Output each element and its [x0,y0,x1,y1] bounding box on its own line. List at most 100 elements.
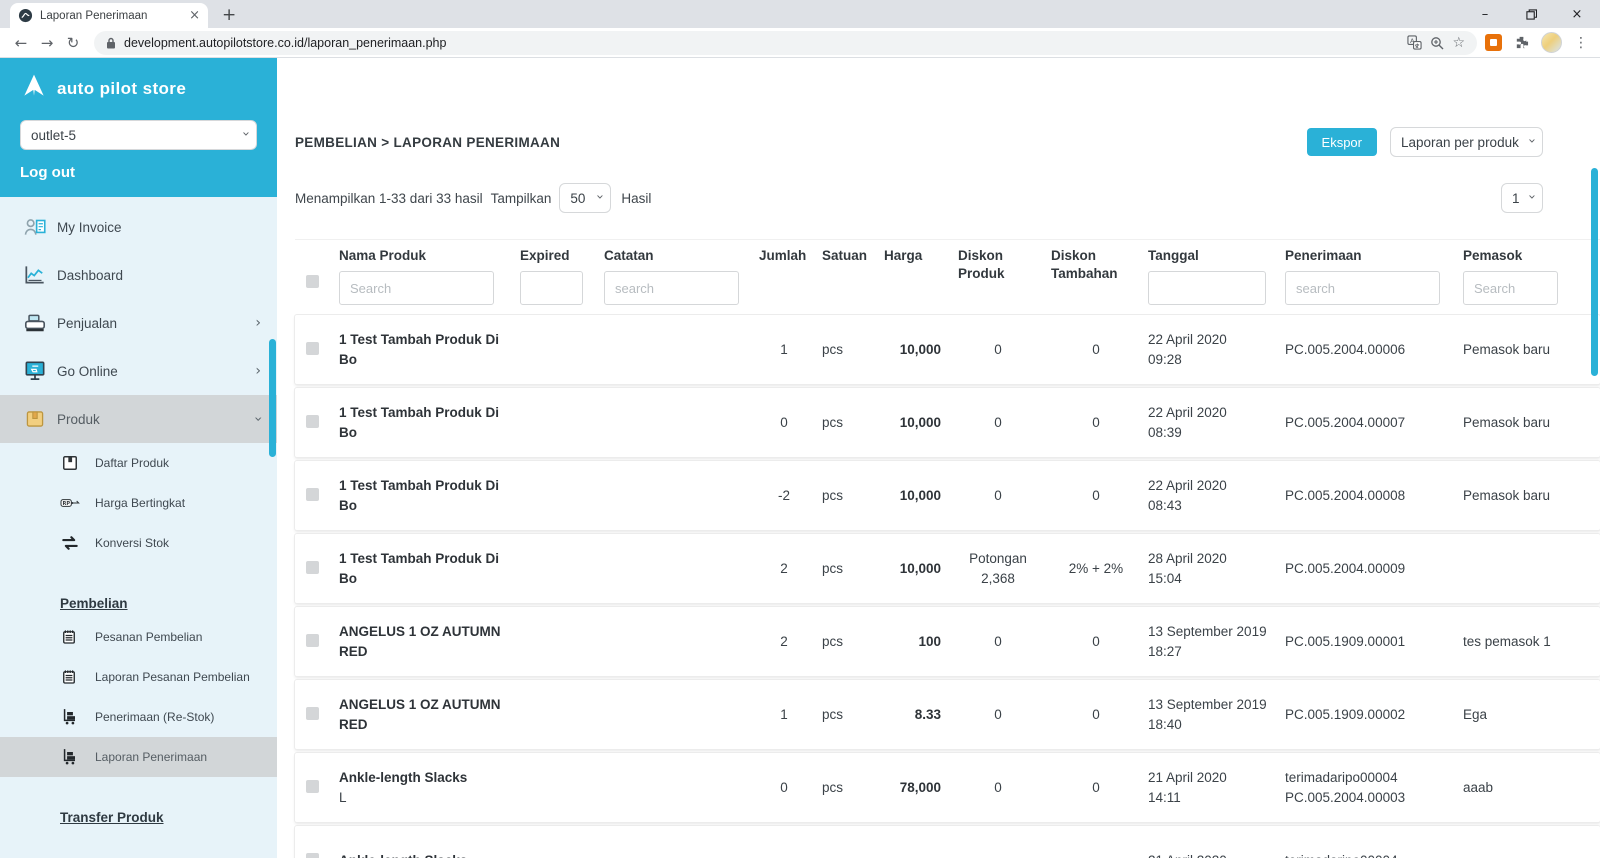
cell-tanggal: 22 April 2020 09:28 [1146,330,1283,370]
forward-icon[interactable]: → [34,34,60,52]
produk-icon [22,406,48,432]
sidebar-item-harga-bertingkat[interactable]: RPHarga Bertingkat [0,483,277,523]
browser-tab-strip: Laporan Penerimaan × + – × [0,0,1600,28]
cell-diskon-tambahan: 0 [1046,705,1146,725]
translate-icon[interactable]: A [1407,35,1422,50]
dashboard-icon [22,262,48,288]
new-tab-button[interactable]: + [222,5,236,25]
breadcrumb: PEMBELIAN > LAPORAN PENERIMAAN [295,135,560,150]
browser-menu-icon[interactable]: ⋮ [1574,35,1588,51]
table-row[interactable]: 1 Test Tambah Produk Di Bo 2 pcs 10,000 … [295,534,1600,603]
cell-diskon-produk: 0 [950,413,1046,433]
sidebar-item-penjualan[interactable]: Penjualan› [0,299,277,347]
sidebar-item-laporan-pesanan-pembelian[interactable]: Laporan Pesanan Pembelian [0,657,277,697]
col-satuan: Satuan [822,247,875,265]
sidebar-item-go-online[interactable]: Go Online› [0,347,277,395]
sidebar-item-produk[interactable]: Produk› [0,395,277,443]
row-checkbox[interactable] [306,488,319,501]
sidebar-section-transfer-produk[interactable]: Transfer Produk [0,803,277,831]
search-penerimaan-input[interactable] [1285,271,1440,305]
export-button[interactable]: Ekspor [1307,128,1377,156]
search-expired-input[interactable] [520,271,583,305]
search-tanggal-input[interactable] [1148,271,1266,305]
brand-name: auto pilot store [57,79,186,99]
search-nama-produk-input[interactable] [339,271,494,305]
tampilkan-label: Tampilkan [491,191,552,206]
sidebar-item-label: Laporan Pesanan Pembelian [95,670,250,684]
page-select[interactable]: 1 [1501,183,1543,213]
search-catatan-input[interactable] [604,271,739,305]
col-expired: Expired [520,247,604,265]
bookmark-star-icon[interactable]: ☆ [1452,35,1465,51]
back-icon[interactable]: ← [8,34,34,52]
table-row[interactable]: ANGELUS 1 OZ AUTUMN RED 1 pcs 8.33 0 0 1… [295,680,1600,749]
row-checkbox[interactable] [306,415,319,428]
cell-satuan: pcs [809,488,875,503]
table-row[interactable]: ANGELUS 1 OZ AUTUMN RED 2 pcs 100 0 0 13… [295,607,1600,676]
sidebar-item-pesanan-pembelian[interactable]: Pesanan Pembelian [0,617,277,657]
cell-penerimaan: terimadaripo00004 [1283,851,1461,859]
extensions-puzzle-icon[interactable] [1514,35,1529,50]
konversi-stok-icon [60,533,80,553]
window-minimize-button[interactable]: – [1462,0,1508,28]
table-row[interactable]: Ankle-length SlacksL 0 pcs 78,000 0 0 21… [295,753,1600,822]
results-summary: Menampilkan 1-33 dari 33 hasil [295,191,483,206]
sidebar-item-penerimaan-re-stok[interactable]: Penerimaan (Re-Stok) [0,697,277,737]
window-close-button[interactable]: × [1554,0,1600,28]
search-pemasok-input[interactable] [1463,271,1558,305]
per-page-select[interactable]: 50 [559,183,611,213]
cell-nama-produk: ANGELUS 1 OZ AUTUMN RED [339,695,520,735]
logout-link[interactable]: Log out [20,164,257,181]
sidebar-item-laporan-penerimaan[interactable]: Laporan Penerimaan [0,737,277,777]
table-row[interactable]: 1 Test Tambah Produk Di Bo -2 pcs 10,000… [295,461,1600,530]
table-row[interactable]: 1 Test Tambah Produk Di Bo 1 pcs 10,000 … [295,315,1600,384]
cell-jumlah: 1 [759,707,809,722]
col-diskon-produk: Diskon Produk [958,247,1046,283]
tab-close-icon[interactable]: × [189,9,200,22]
row-checkbox[interactable] [306,561,319,574]
url-text: development.autopilotstore.co.id/laporan… [124,36,1399,50]
report-type-select[interactable]: Laporan per produk [1390,127,1543,157]
cell-diskon-tambahan: 0 [1046,632,1146,652]
row-checkbox[interactable] [306,707,319,720]
cell-nama-produk: 1 Test Tambah Produk Di Bo [339,330,520,370]
col-jumlah: Jumlah [759,247,809,265]
sidebar-item-daftar-produk[interactable]: Daftar Produk [0,443,277,483]
extension-orange-icon[interactable] [1485,34,1502,51]
col-penerimaan: Penerimaan [1285,247,1461,265]
tab-title: Laporan Penerimaan [40,10,182,22]
page-scrollbar[interactable] [1591,168,1598,376]
cell-nama-produk: 1 Test Tambah Produk Di Bo [339,403,520,443]
browser-tab[interactable]: Laporan Penerimaan × [10,3,208,28]
sidebar-item-my-invoice[interactable]: My Invoice [0,203,277,251]
zoom-icon[interactable] [1430,36,1444,50]
cell-diskon-tambahan: 0 [1046,778,1146,798]
cell-jumlah: 2 [759,634,809,649]
table-row[interactable]: Ankle-length Slacks 21 April 2020 terima… [295,826,1600,858]
sidebar-item-konversi-stok[interactable]: Konversi Stok [0,523,277,563]
sidebar-item-dashboard[interactable]: Dashboard [0,251,277,299]
favicon [18,8,33,23]
profile-avatar[interactable] [1541,32,1562,53]
my-invoice-icon [22,214,48,240]
cell-diskon-tambahan: 0 [1046,486,1146,506]
outlet-select[interactable]: outlet-5 [20,120,257,150]
table-row[interactable]: 1 Test Tambah Produk Di Bo 0 pcs 10,000 … [295,388,1600,457]
row-checkbox[interactable] [306,780,319,793]
row-checkbox[interactable] [306,634,319,647]
col-pemasok: Pemasok [1463,247,1600,265]
reload-icon[interactable]: ↻ [60,34,86,52]
cell-jumlah: 0 [759,780,809,795]
cell-jumlah: 1 [759,342,809,357]
sidebar-item-label: Laporan Penerimaan [95,750,207,764]
penerimaan-restok-icon [60,707,80,727]
cell-penerimaan: terimadaripo00004 PC.005.2004.00003 [1283,768,1461,808]
row-checkbox[interactable] [306,853,319,859]
select-all-checkbox[interactable] [306,275,319,288]
sidebar-scrollbar[interactable] [269,339,276,457]
laporan-pesanan-pembelian-icon [60,667,80,687]
window-restore-button[interactable] [1508,0,1554,28]
row-checkbox[interactable] [306,342,319,355]
address-bar[interactable]: development.autopilotstore.co.id/laporan… [94,31,1477,55]
sidebar-section-pembelian[interactable]: Pembelian [0,589,277,617]
